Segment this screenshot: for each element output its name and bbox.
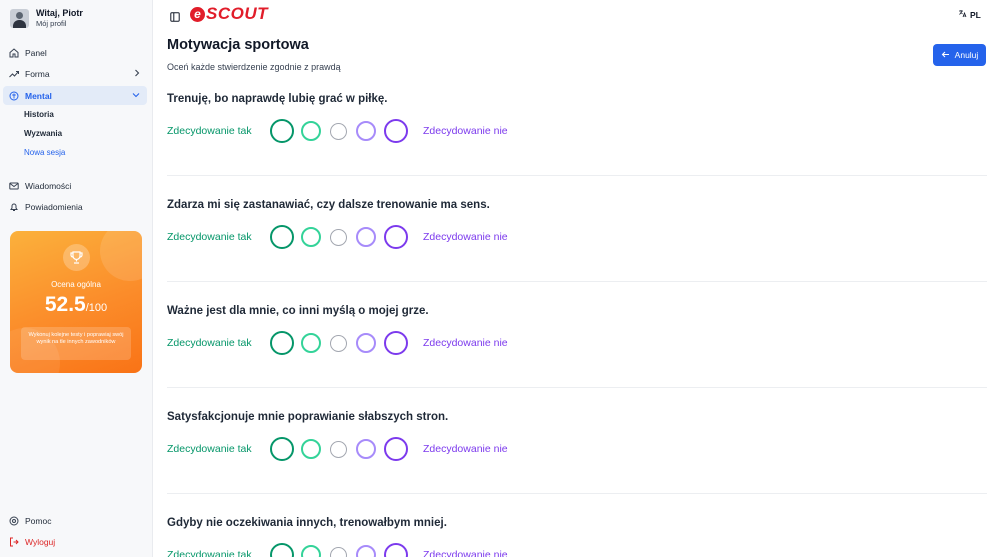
home-icon (9, 47, 19, 58)
likert-option-2[interactable] (301, 227, 321, 247)
disagree-label: Zdecydowanie nie (423, 231, 508, 243)
brand-logo-mark: e (190, 6, 205, 22)
sidebar-subitem-wyzwania[interactable]: Wyzwania (24, 129, 62, 138)
divider (167, 493, 987, 494)
likert-option-3[interactable] (330, 441, 347, 458)
likert-option-3[interactable] (330, 335, 347, 352)
likert-option-2[interactable] (301, 333, 321, 353)
likert-option-1[interactable] (270, 331, 294, 355)
likert-scale: Zdecydowanie tak Zdecydowanie nie (167, 543, 987, 557)
agree-label: Zdecydowanie tak (167, 337, 252, 349)
trophy-icon (63, 244, 90, 271)
translate-icon (958, 9, 967, 20)
avatar (10, 9, 29, 28)
logout-label: Wyloguj (25, 537, 56, 547)
cancel-button[interactable]: Anuluj (933, 44, 986, 66)
likert-option-5[interactable] (384, 225, 408, 249)
likert-option-4[interactable] (356, 121, 376, 141)
likert-option-4[interactable] (356, 227, 376, 247)
disagree-label: Zdecydowanie nie (423, 443, 508, 455)
brain-icon (9, 91, 19, 101)
likert-option-5[interactable] (384, 437, 408, 461)
sidebar-item-wiadomosci[interactable]: Wiadomości (3, 176, 147, 195)
likert-option-3[interactable] (330, 229, 347, 246)
sidebar-subitem-nowa-sesja[interactable]: Nowa sesja (24, 148, 65, 157)
likert-option-1[interactable] (270, 225, 294, 249)
score-label: Ocena ogólna (51, 280, 101, 289)
sidebar-toggle-icon[interactable] (170, 9, 180, 22)
logout-link[interactable]: Wyloguj (3, 533, 147, 551)
mail-icon (9, 181, 19, 191)
chevron-right-icon (133, 68, 141, 80)
agree-label: Zdecydowanie tak (167, 231, 252, 243)
question-text: Ważne jest dla mnie, co inni myślą o moj… (167, 305, 429, 317)
likert-option-2[interactable] (301, 439, 321, 459)
score-note: Wykonuj kolejne testy i poprawiaj swój w… (21, 327, 131, 360)
question-text: Trenuję, bo naprawdę lubię grać w piłkę. (167, 93, 388, 105)
likert-option-4[interactable] (356, 545, 376, 557)
page-subtitle: Oceń każde stwierdzenie zgodnie z prawdą (167, 62, 341, 72)
arrow-left-icon (941, 50, 950, 61)
likert-option-4[interactable] (356, 333, 376, 353)
sidebar-item-forma[interactable]: Forma (3, 64, 147, 83)
likert-option-3[interactable] (330, 547, 347, 557)
sidebar-item-label: Panel (25, 47, 47, 58)
agree-label: Zdecydowanie tak (167, 549, 252, 557)
likert-option-1[interactable] (270, 119, 294, 143)
brand-logo-text: SCOUT (206, 4, 268, 23)
likert-option-3[interactable] (330, 123, 347, 140)
question-text: Zdarza mi się zastanawiać, czy dalsze tr… (167, 199, 490, 211)
help-link[interactable]: Pomoc (3, 512, 147, 530)
help-label: Pomoc (25, 516, 52, 526)
bell-icon (9, 202, 19, 212)
score-number: 52.5 (44, 293, 86, 316)
sidebar-item-mental[interactable]: Mental (3, 86, 147, 105)
likert-option-2[interactable] (301, 121, 321, 141)
disagree-label: Zdecydowanie nie (423, 125, 508, 137)
user-profile[interactable]: Witaj, Piotr Mój profil (10, 8, 83, 29)
sidebar-item-label: Powiadomienia (25, 201, 83, 212)
sidebar-subitem-historia[interactable]: Historia (24, 110, 54, 119)
likert-scale: Zdecydowanie tak Zdecydowanie nie (167, 225, 987, 251)
likert-scale: Zdecydowanie tak Zdecydowanie nie (167, 331, 987, 357)
divider (167, 175, 987, 176)
question-text: Satysfakcjonuje mnie poprawianie słabszy… (167, 411, 449, 423)
agree-label: Zdecydowanie tak (167, 443, 252, 455)
sidebar-item-label: Forma (25, 68, 50, 79)
trending-up-icon (9, 69, 19, 79)
user-name: Witaj, Piotr (36, 8, 83, 18)
likert-option-1[interactable] (270, 437, 294, 461)
likert-option-4[interactable] (356, 439, 376, 459)
sidebar-item-powiadomienia[interactable]: Powiadomienia (3, 197, 147, 216)
score-card: Ocena ogólna 52.5/100 Wykonuj kolejne te… (10, 231, 142, 373)
language-switcher[interactable]: PL (958, 9, 981, 20)
likert-option-5[interactable] (384, 119, 408, 143)
sidebar-item-panel[interactable]: Panel (3, 43, 147, 62)
question-text: Gdyby nie oczekiwania innych, trenowałby… (167, 517, 447, 529)
likert-option-5[interactable] (384, 331, 408, 355)
score-max: /100 (85, 302, 108, 314)
profile-link[interactable]: Mój profil (36, 19, 83, 29)
language-label: PL (970, 9, 981, 20)
divider (167, 281, 987, 282)
help-circle-icon (9, 516, 19, 526)
score-value: 52.5/100 (10, 293, 142, 317)
likert-option-1[interactable] (270, 543, 294, 557)
disagree-label: Zdecydowanie nie (423, 549, 508, 557)
chevron-down-icon (131, 90, 141, 102)
agree-label: Zdecydowanie tak (167, 125, 252, 137)
page-title: Motywacja sportowa (167, 37, 309, 53)
likert-option-2[interactable] (301, 545, 321, 557)
disagree-label: Zdecydowanie nie (423, 337, 508, 349)
sidebar-item-label: Wiadomości (25, 180, 72, 191)
sidebar-item-label: Mental (25, 90, 52, 101)
likert-scale: Zdecydowanie tak Zdecydowanie nie (167, 437, 987, 463)
cancel-button-label: Anuluj (954, 50, 979, 60)
sidebar: Witaj, Piotr Mój profil Panel Forma Ment… (0, 0, 153, 557)
brand-logo[interactable]: e SCOUT (190, 4, 268, 23)
logout-icon (9, 537, 19, 547)
likert-option-5[interactable] (384, 543, 408, 557)
divider (167, 387, 987, 388)
likert-scale: Zdecydowanie tak Zdecydowanie nie (167, 119, 987, 145)
